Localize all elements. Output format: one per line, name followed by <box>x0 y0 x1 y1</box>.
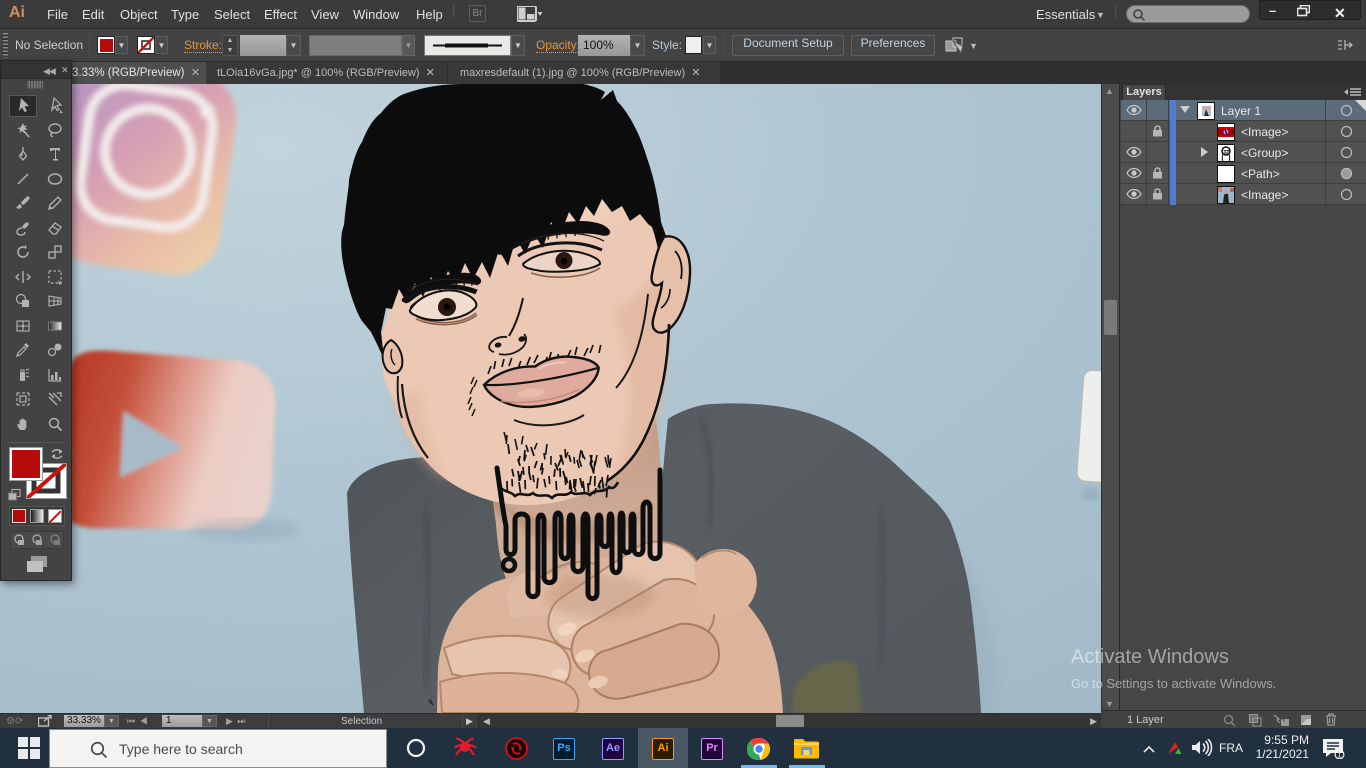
svg-text:1: 1 <box>1337 751 1342 760</box>
